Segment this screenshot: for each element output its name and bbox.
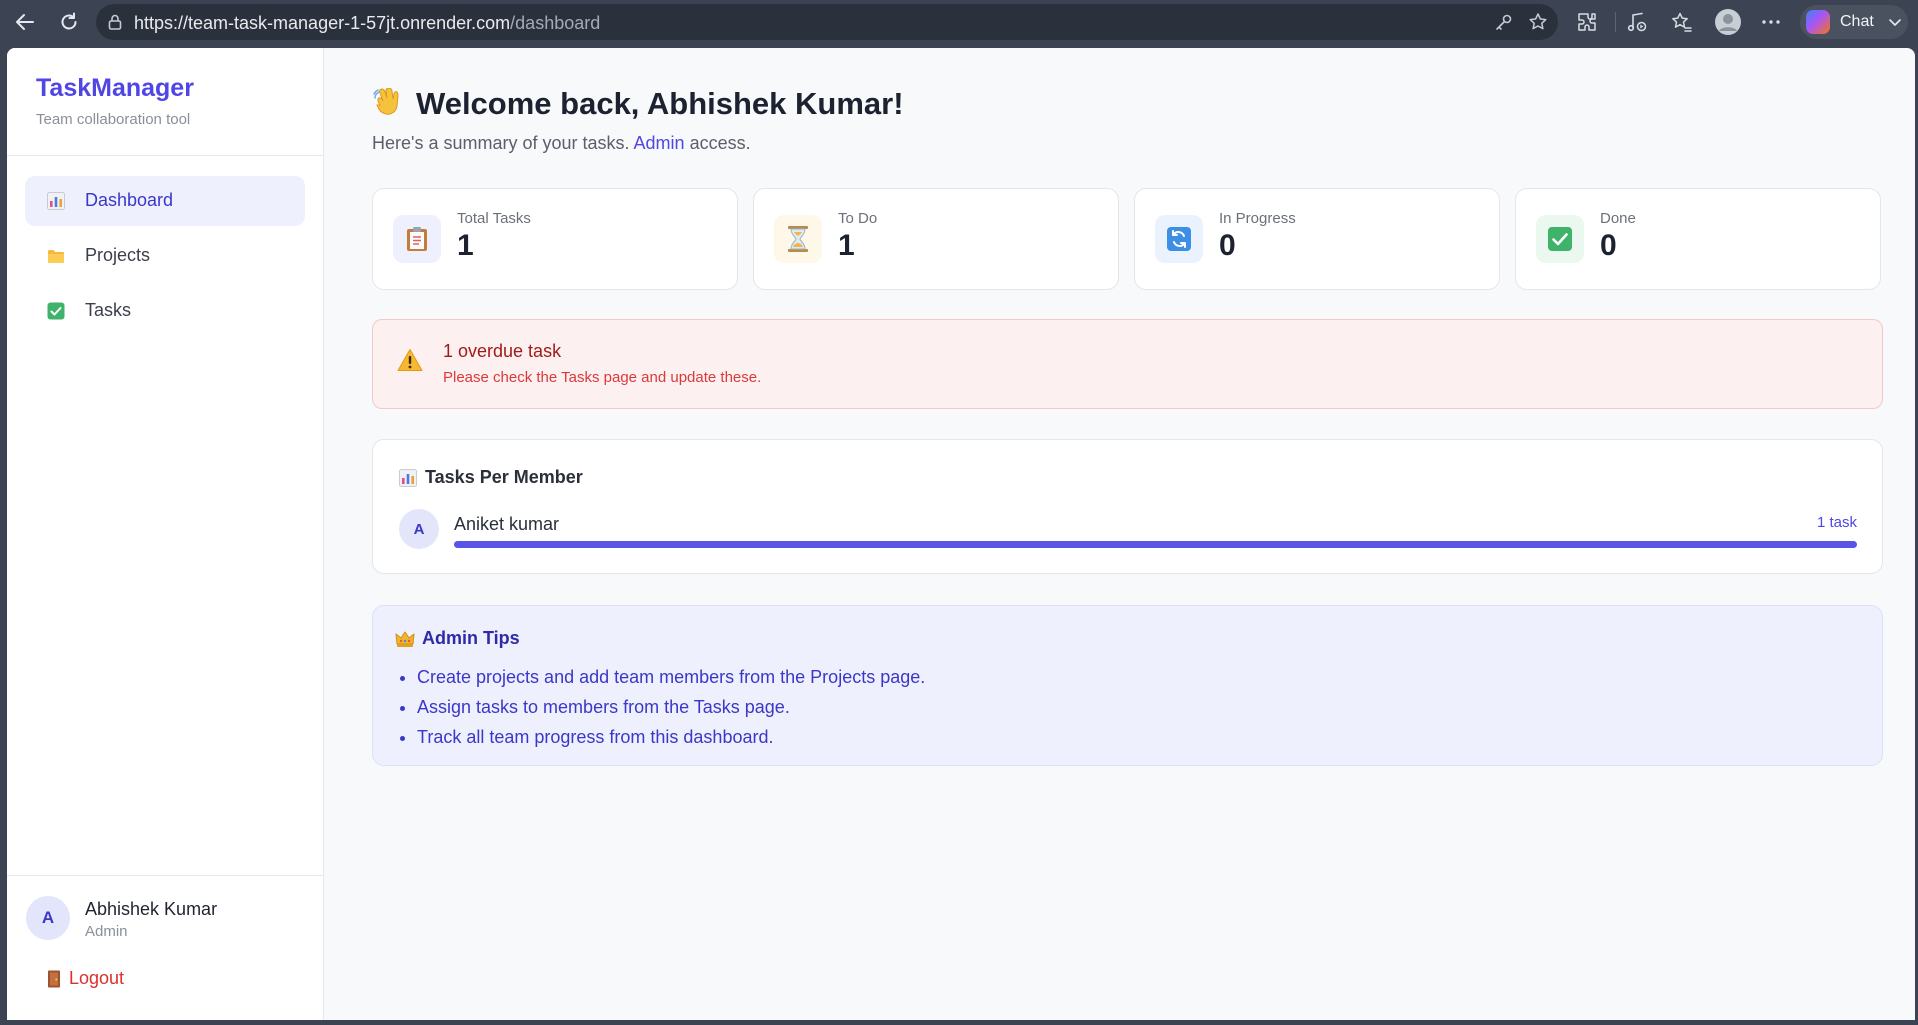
sidebar-item-dashboard[interactable]: Dashboard bbox=[25, 176, 305, 226]
refresh-icon bbox=[1155, 215, 1203, 263]
stat-label: To Do bbox=[838, 210, 878, 227]
sidebar-item-projects[interactable]: Projects bbox=[25, 231, 305, 281]
stat-value: 0 bbox=[1219, 229, 1236, 262]
stat-label: Total Tasks bbox=[457, 210, 531, 227]
sidebar-item-label: Dashboard bbox=[85, 190, 174, 210]
url-domain: https://team-task-manager-1-57jt.onrende… bbox=[134, 13, 511, 33]
member-name: Aniket kumar bbox=[454, 514, 560, 534]
panel-title: Tasks Per Member bbox=[425, 467, 583, 487]
checkbox-icon bbox=[47, 302, 65, 320]
chat-label: Chat bbox=[1840, 13, 1874, 30]
stat-label: In Progress bbox=[1219, 210, 1296, 227]
list-item: Track all team progress from this dashbo… bbox=[417, 722, 925, 752]
profile-icon[interactable] bbox=[1714, 8, 1742, 36]
stat-value: 1 bbox=[838, 229, 855, 262]
user-role: Admin bbox=[85, 923, 128, 940]
alert-message: Please check the Tasks page and update t… bbox=[443, 369, 762, 386]
overdue-alert: 1 overdue task Please check the Tasks pa… bbox=[372, 319, 1883, 409]
member-avatar: A bbox=[399, 509, 439, 549]
stat-card-in-progress: In Progress 0 bbox=[1134, 188, 1500, 290]
page-viewport: TaskManager Team collaboration tool Dash… bbox=[7, 48, 1915, 1020]
extensions-icon[interactable] bbox=[1575, 10, 1599, 34]
warning-icon bbox=[397, 349, 423, 371]
media-icon[interactable] bbox=[1625, 10, 1649, 34]
chevron-down-icon bbox=[1889, 19, 1901, 26]
tips-list: Create projects and add team members fro… bbox=[395, 662, 925, 752]
stat-value: 1 bbox=[457, 229, 474, 262]
url-text: https://team-task-manager-1-57jt.onrende… bbox=[134, 13, 600, 34]
list-item: Assign tasks to members from the Tasks p… bbox=[417, 692, 925, 722]
address-bar[interactable]: https://team-task-manager-1-57jt.onrende… bbox=[96, 4, 1558, 40]
reload-icon bbox=[61, 12, 77, 30]
welcome-subtitle: Here's a summary of your tasks. Admin ac… bbox=[372, 133, 751, 154]
bar-chart-icon bbox=[47, 192, 65, 210]
sidebar-divider bbox=[7, 155, 323, 156]
stat-card-todo: To Do 1 bbox=[753, 188, 1119, 290]
stat-card-done: Done 0 bbox=[1515, 188, 1881, 290]
door-icon bbox=[48, 970, 60, 987]
crown-icon bbox=[395, 631, 415, 647]
tips-title: Admin Tips bbox=[422, 628, 520, 648]
lock-icon bbox=[108, 14, 122, 30]
check-icon bbox=[1536, 215, 1584, 263]
more-menu-icon[interactable] bbox=[1759, 10, 1783, 34]
brand-logo[interactable]: TaskManager bbox=[36, 74, 194, 103]
favorites-icon[interactable] bbox=[1670, 10, 1694, 34]
stat-card-total: Total Tasks 1 bbox=[372, 188, 738, 290]
url-path: /dashboard bbox=[510, 13, 601, 33]
copilot-chat-button[interactable]: Chat bbox=[1800, 5, 1908, 39]
reload-button[interactable] bbox=[52, 5, 86, 39]
page-title: Welcome back, Abhishek Kumar! bbox=[372, 86, 904, 122]
hourglass-icon bbox=[774, 215, 822, 263]
sidebar-item-label: Tasks bbox=[85, 300, 132, 320]
sidebar: TaskManager Team collaboration tool Dash… bbox=[7, 48, 324, 1020]
member-progress-fill bbox=[454, 541, 1857, 548]
welcome-sub-text: Here's a summary of your tasks. bbox=[372, 133, 630, 153]
clipboard-icon bbox=[393, 215, 441, 263]
key-icon[interactable] bbox=[1494, 12, 1514, 32]
toolbar-separator bbox=[1615, 12, 1616, 32]
copilot-icon bbox=[1806, 10, 1830, 34]
sidebar-item-label: Projects bbox=[85, 245, 151, 265]
main-content: Welcome back, Abhishek Kumar! Here's a s… bbox=[323, 48, 1915, 1020]
star-icon[interactable] bbox=[1528, 12, 1548, 32]
browser-toolbar: https://team-task-manager-1-57jt.onrende… bbox=[0, 0, 1918, 44]
stat-label: Done bbox=[1600, 210, 1636, 227]
alert-title: 1 overdue task bbox=[443, 341, 562, 361]
brand-tagline: Team collaboration tool bbox=[36, 111, 191, 128]
welcome-sub-text: access. bbox=[689, 133, 751, 153]
back-arrow-icon bbox=[16, 14, 34, 30]
list-item: Create projects and add team members fro… bbox=[417, 662, 925, 692]
folder-icon bbox=[48, 250, 64, 263]
welcome-heading: Welcome back, Abhishek Kumar! bbox=[416, 86, 904, 121]
admin-tips-panel: Admin Tips Create projects and add team … bbox=[372, 605, 1883, 766]
tasks-per-member-panel: Tasks Per Member A Aniket kumar 1 task bbox=[372, 439, 1883, 574]
member-progress-track bbox=[454, 541, 1857, 548]
role-highlight: Admin bbox=[633, 133, 685, 153]
user-name: Abhishek Kumar bbox=[85, 899, 218, 919]
stat-value: 0 bbox=[1600, 229, 1617, 262]
member-task-count: 1 task bbox=[1816, 514, 1857, 531]
logout-label: Logout bbox=[69, 968, 125, 988]
logout-button[interactable]: Logout bbox=[47, 968, 124, 989]
back-button[interactable] bbox=[8, 5, 42, 39]
avatar: A bbox=[26, 896, 70, 940]
waving-hand-icon bbox=[373, 88, 399, 115]
bar-chart-icon bbox=[399, 469, 417, 487]
sidebar-item-tasks[interactable]: Tasks bbox=[25, 286, 305, 336]
sidebar-divider bbox=[7, 875, 323, 876]
